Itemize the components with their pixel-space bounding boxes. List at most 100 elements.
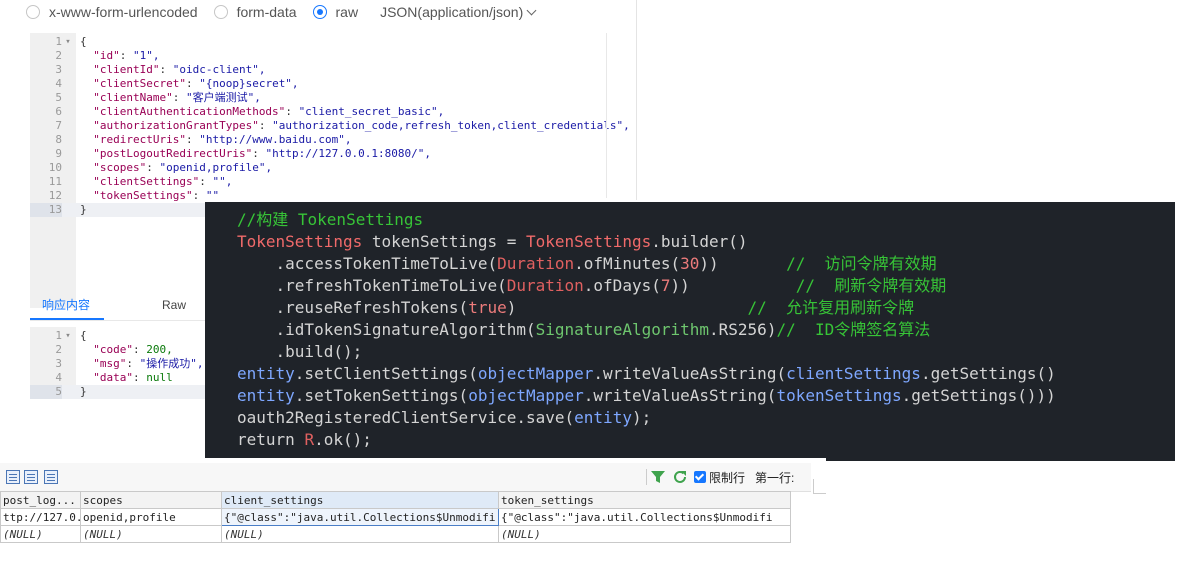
chevron-down-icon: [526, 5, 537, 15]
radio-urlencoded[interactable]: x-www-form-urlencoded: [26, 4, 198, 20]
first-row-label: 第一行:: [755, 470, 795, 485]
radio-icon[interactable]: [213, 5, 228, 19]
code-text: }: [80, 385, 87, 398]
code-text: "msg": "操作成功",: [93, 357, 204, 370]
code-line: .idTokenSignatureAlgorithm(SignatureAlgo…: [237, 320, 931, 339]
code-text: "id": "1",: [93, 49, 160, 62]
line-number: 2: [55, 343, 62, 356]
line-number: 10: [48, 161, 62, 174]
editor-scrollbar[interactable]: [606, 33, 607, 198]
table-row: ttp://127.0.0.1:8080/ openid,profile {"@…: [0, 508, 791, 526]
line-number: 7: [55, 119, 62, 132]
code-text: "tokenSettings": "": [93, 189, 220, 202]
toolbar-right: 限制行 第一行:: [650, 463, 794, 491]
code-line: 5}: [30, 385, 206, 399]
code-text: "clientId": "oidc-client",: [93, 63, 266, 76]
code-line: return R.ok();: [237, 430, 372, 449]
tab-raw[interactable]: Raw: [150, 292, 200, 320]
code-line: 9 "postLogoutRedirectUris": "http://127.…: [30, 147, 608, 161]
code-line: 4 "data": null: [30, 371, 206, 385]
line-number: 8: [55, 133, 62, 146]
radio-label: raw: [335, 4, 359, 20]
line-number: 12: [48, 189, 62, 202]
code-text: "clientName": "客户端测试",: [93, 91, 261, 104]
code-text: {: [80, 35, 87, 48]
code-line: 3 "clientId": "oidc-client",: [30, 63, 608, 77]
table-cell[interactable]: (NULL): [498, 525, 791, 543]
line-number: 3: [55, 63, 62, 76]
table-cell[interactable]: (NULL): [0, 525, 81, 543]
code-line: .build();: [237, 342, 363, 361]
panel-divider: [636, 0, 637, 200]
radio-selected-icon[interactable]: [312, 5, 327, 19]
tab-response-content[interactable]: 响应内容: [30, 292, 105, 320]
first-row-input[interactable]: [813, 479, 826, 494]
filter-icon[interactable]: [650, 469, 666, 485]
column-header[interactable]: client_settings: [221, 491, 499, 509]
column-header[interactable]: scopes: [80, 491, 222, 509]
code-text: }: [80, 203, 87, 216]
line-number: 3: [55, 357, 62, 370]
code-line: .accessTokenTimeToLive(Duration.ofMinute…: [237, 254, 937, 273]
code-line: TokenSettings tokenSettings = TokenSetti…: [237, 232, 748, 251]
code-line: 7 "authorizationGrantTypes": "authorizat…: [30, 119, 629, 133]
java-code-snippet: //构建 TokenSettings TokenSettings tokenSe…: [205, 202, 1175, 461]
radio-label: form-data: [236, 4, 297, 20]
table-cell[interactable]: {"@class":"java.util.Collections$Unmodif…: [498, 508, 791, 526]
limit-rows-checkbox[interactable]: [694, 471, 706, 483]
fold-toggle-icon[interactable]: ▾: [64, 329, 72, 343]
header-row: post_log... scopes client_settings token…: [0, 491, 791, 509]
code-text: "postLogoutRedirectUris": "http://127.0.…: [93, 147, 432, 160]
code-text: "clientAuthenticationMethods": "client_s…: [93, 105, 445, 118]
format-value: JSON(application/json): [380, 4, 524, 20]
line-number: 1: [55, 35, 62, 48]
code-text: "clientSecret": "{noop}secret",: [93, 77, 299, 90]
limit-rows-label: 限制行: [709, 470, 746, 485]
response-tabs: 响应内容 Raw: [30, 292, 200, 320]
code-text: "scopes": "openid,profile",: [93, 161, 273, 174]
code-line: //构建 TokenSettings: [237, 210, 424, 229]
table-cell[interactable]: ttp://127.0.0.1:8080/: [0, 508, 81, 526]
code-line: 1 ▾ {: [30, 35, 608, 49]
request-body-editor[interactable]: 1 ▾{2 "id": "1", 3 "clientId": "oidc-clien…: [30, 33, 630, 308]
radio-raw[interactable]: raw: [312, 4, 359, 20]
code-line: 12 "tokenSettings": "": [30, 189, 608, 203]
table-cell[interactable]: openid,profile: [80, 508, 222, 526]
line-number: 2: [55, 49, 62, 62]
line-number: 5: [55, 91, 62, 104]
code-line: 5 "clientName": "客户端测试",: [30, 91, 608, 105]
line-number: 4: [55, 371, 62, 384]
line-number: 4: [55, 77, 62, 90]
table-cell[interactable]: (NULL): [221, 525, 499, 543]
line-number: 13: [30, 203, 62, 217]
code-line: entity.setTokenSettings(objectMapper.wri…: [237, 386, 1056, 405]
code-text: "data": null: [93, 371, 173, 384]
code-line: .reuseRefreshTokens(true) // 允许复用刷新令牌: [237, 298, 915, 317]
table-cell[interactable]: (NULL): [80, 525, 222, 543]
response-body-viewer[interactable]: 1 ▾{2 "code": 200, 3 "msg": "操作成功", 4 "data…: [30, 327, 206, 399]
line-number: 6: [55, 105, 62, 118]
code-text: "code": 200,: [93, 343, 173, 356]
grid-view-icon[interactable]: [6, 470, 20, 484]
refresh-icon[interactable]: [672, 469, 688, 485]
radio-label: x-www-form-urlencoded: [49, 4, 198, 20]
radio-form-data[interactable]: form-data: [213, 4, 297, 20]
code-line: 1 ▾ {: [30, 329, 206, 343]
text-view-icon[interactable]: [44, 470, 58, 484]
code-line: oauth2RegisteredClientService.save(entit…: [237, 408, 652, 427]
result-grid: post_log... scopes client_settings token…: [0, 491, 791, 543]
code-line: 2 "id": "1",: [30, 49, 608, 63]
toolbar-separator: [646, 469, 647, 485]
radio-icon[interactable]: [26, 5, 40, 19]
line-number: 9: [55, 147, 62, 160]
line-number: 5: [30, 385, 62, 399]
fold-toggle-icon[interactable]: ▾: [64, 35, 72, 49]
code-line: 8 "redirectUris": "http://www.baidu.com"…: [30, 133, 608, 147]
form-view-icon[interactable]: [24, 470, 38, 484]
table-row: (NULL) (NULL) (NULL) (NULL): [0, 525, 791, 543]
line-number: 1: [55, 329, 62, 342]
column-header[interactable]: token_settings: [498, 491, 791, 509]
table-cell[interactable]: {"@class":"java.util.Collections$Unmodif…: [221, 508, 499, 526]
column-header[interactable]: post_log...: [0, 491, 81, 509]
format-dropdown[interactable]: JSON(application/json): [380, 4, 537, 20]
